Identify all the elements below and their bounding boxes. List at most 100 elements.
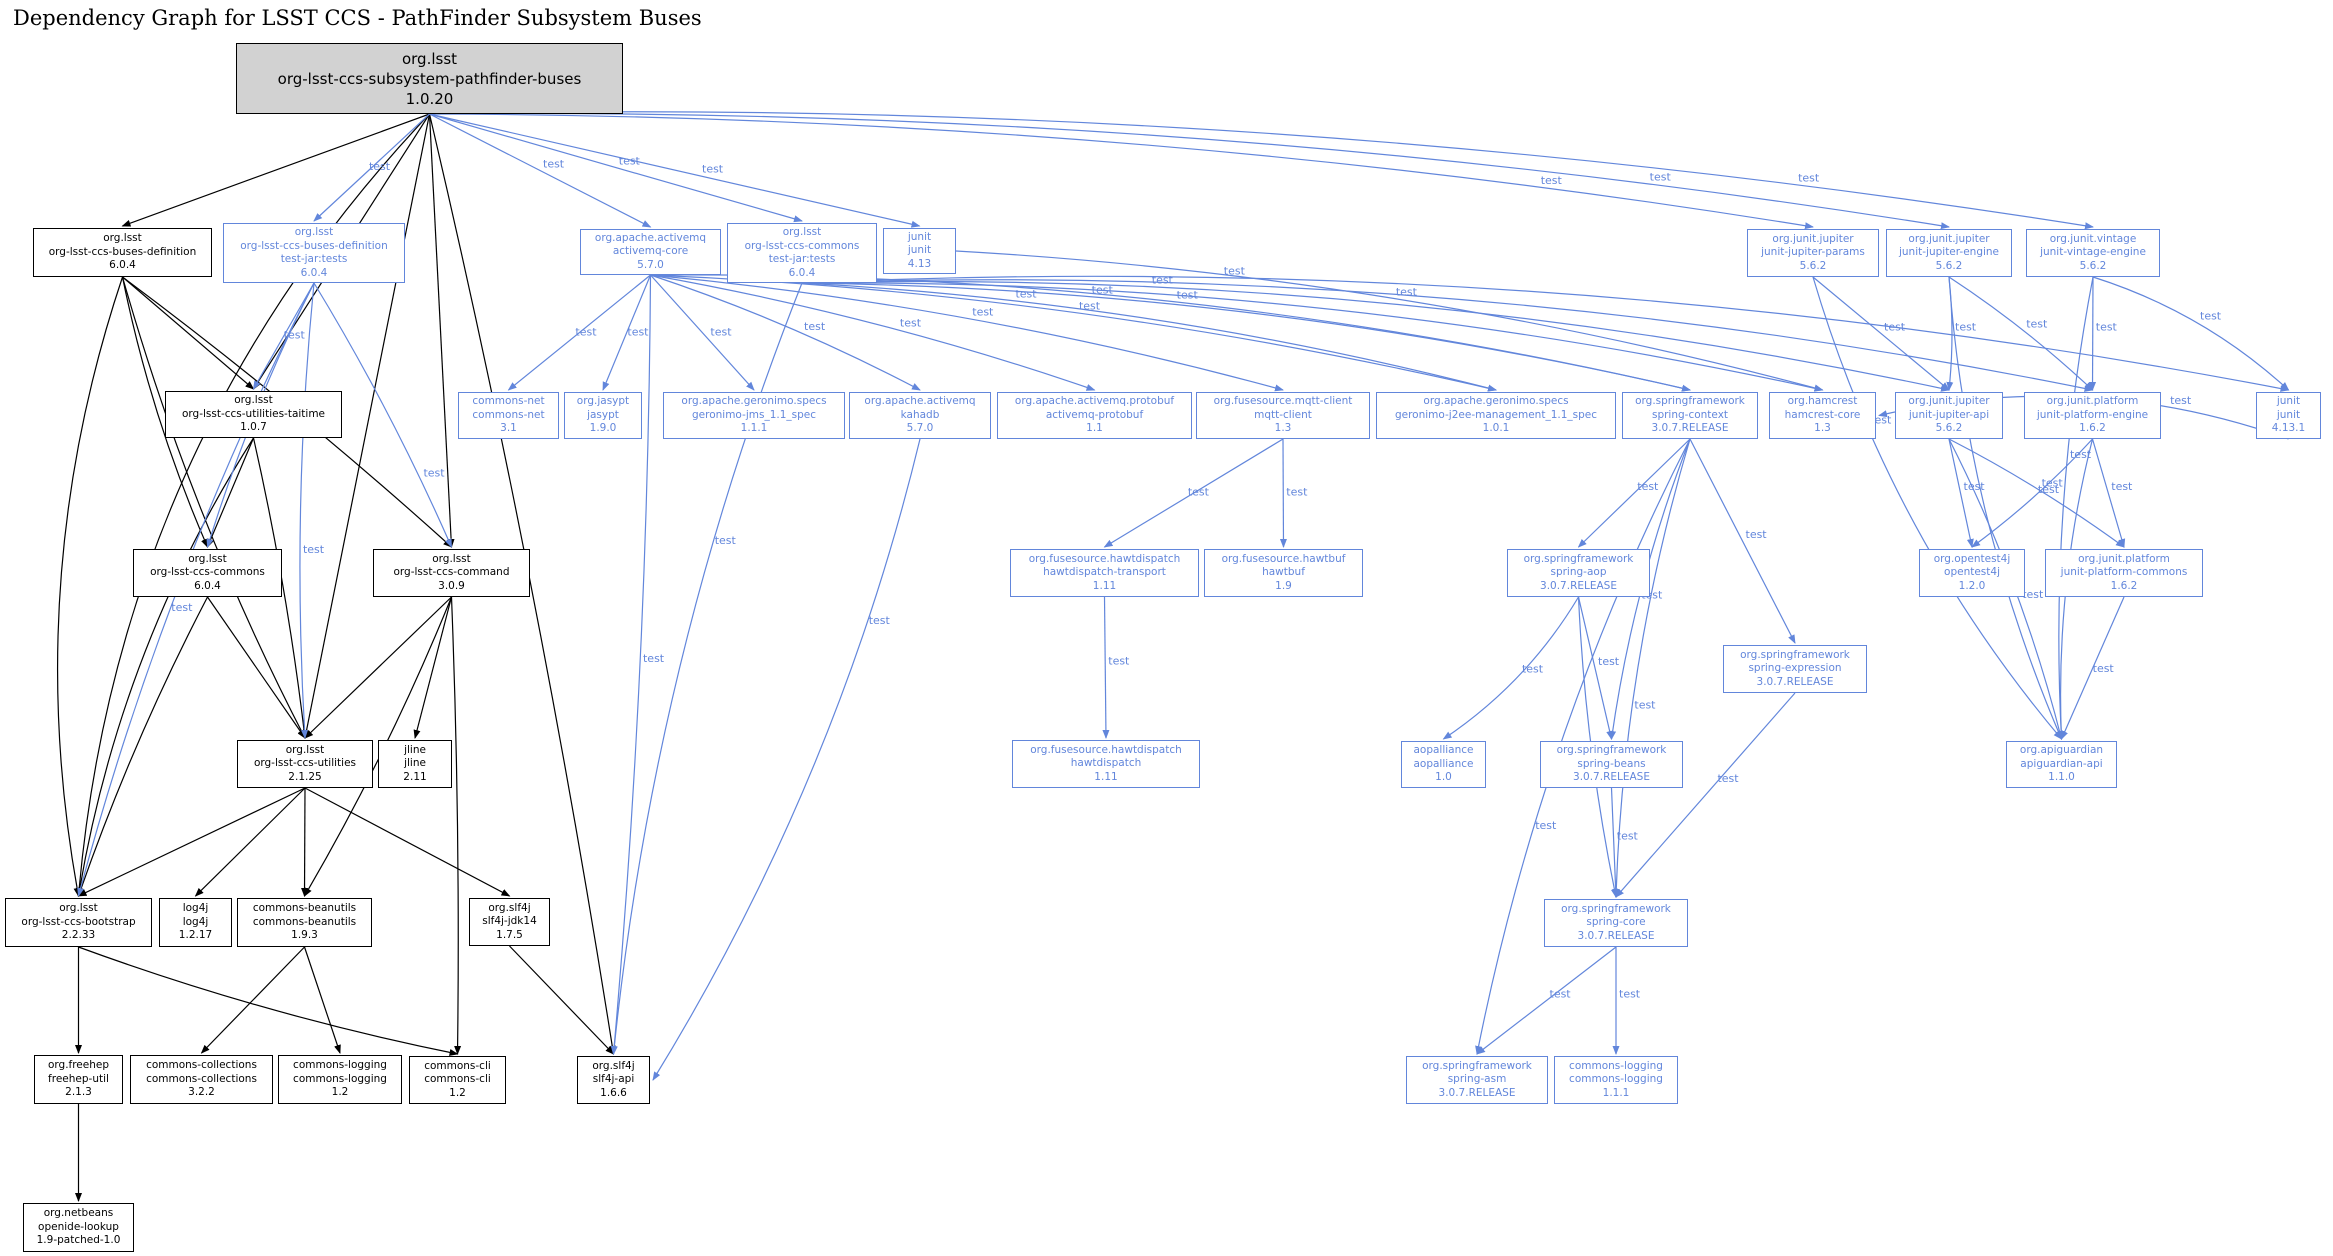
node-label-line: commons-logging — [1555, 1060, 1677, 1074]
node-label-line: org.freehep — [35, 1059, 122, 1073]
node-label-line: org.fusesource.mqtt-client — [1197, 395, 1369, 409]
graph-node-apiguardian: org.apiguardianapiguardian-api1.1.0 — [2006, 741, 2117, 788]
node-label-line: geronimo-j2ee-management_1.1_spec — [1377, 409, 1615, 423]
node-label-line: org.fusesource.hawtbuf — [1205, 553, 1362, 567]
node-label-line: 3.0.7.RELEASE — [1508, 580, 1649, 594]
graph-node-springbeans: org.springframeworkspring-beans3.0.7.REL… — [1540, 741, 1683, 788]
edge-scope-label: test — [1286, 485, 1308, 498]
edge-scope-label: test — [972, 306, 994, 319]
node-label-line: 6.0.4 — [728, 267, 876, 281]
node-label-line: 3.0.7.RELEASE — [1623, 422, 1757, 436]
node-label-line: org.lsst — [728, 226, 876, 240]
edge-scope-label: test — [369, 160, 391, 173]
edge-scope-label: test — [1634, 699, 1656, 712]
graph-node-freehep: org.freehepfreehep-util2.1.3 — [34, 1055, 123, 1104]
edge-activemqcore-kahadb — [651, 275, 921, 390]
edge-taitime-ccscommons — [208, 438, 254, 547]
node-label-line: org.hamcrest — [1770, 395, 1875, 409]
edge-hawttransport-hawtdispatch — [1105, 597, 1107, 738]
node-label-line: 1.6.2 — [2025, 422, 2160, 436]
node-label-line: org-lsst-ccs-subsystem-pathfinder-buses — [237, 69, 622, 89]
node-label-line: activemq-core — [581, 245, 720, 259]
edge-scope-label: test — [575, 325, 597, 338]
node-label-line: 1.0 — [1402, 771, 1485, 785]
graph-node-activemqcore: org.apache.activemqactivemq-core5.7.0 — [580, 229, 721, 275]
node-label-line: org.apache.geronimo.specs — [664, 395, 844, 409]
graph-node-springcontext: org.springframeworkspring-context3.0.7.R… — [1622, 392, 1758, 439]
node-label-line: 4.13 — [884, 258, 955, 272]
node-label-line: 1.11 — [1013, 771, 1199, 785]
edge-commonstests-springcontext — [802, 283, 1690, 390]
edge-springaop-aopalliance — [1444, 597, 1579, 739]
edge-scope-label: test — [1717, 772, 1739, 785]
node-label-line: org.netbeans — [24, 1207, 133, 1221]
edge-scope-label: test — [2096, 321, 2118, 334]
node-label-line: org-lsst-ccs-bootstrap — [6, 916, 151, 930]
node-label-line: 1.1.1 — [1555, 1087, 1677, 1101]
edge-scope-label: test — [171, 601, 193, 614]
node-label-line: 1.1.1 — [664, 422, 844, 436]
edge-scope-label: test — [1955, 321, 1977, 334]
node-label-line: junit — [884, 244, 955, 258]
edge-busesdef-taitime — [123, 277, 254, 389]
node-label-line: org.lsst — [237, 49, 622, 69]
edge-beanutils-collections — [202, 947, 305, 1053]
graph-node-hamcrest: org.hamcresthamcrest-core1.3 — [1769, 392, 1876, 439]
edge-scope-label: test — [1617, 830, 1639, 843]
edge-scope-label: test — [1535, 819, 1557, 832]
node-label-line: org-lsst-ccs-commons — [134, 566, 281, 580]
node-label-line: 6.0.4 — [34, 259, 211, 273]
node-label-line: commons-beanutils — [238, 902, 371, 916]
node-label-line: opentest4j — [1920, 566, 2024, 580]
node-label-line: junit-jupiter-api — [1896, 409, 2002, 423]
edge-slf4jjdk14-slf4japi — [510, 946, 614, 1054]
edge-ccscommand-cli — [452, 597, 459, 1054]
node-label-line: org.lsst — [166, 394, 341, 408]
graph-node-mqttclient: org.fusesource.mqtt-clientmqtt-client1.3 — [1196, 392, 1370, 439]
edge-scope-label: test — [900, 317, 922, 330]
edge-busesdeftests-utilities — [300, 283, 314, 738]
graph-node-vintageengine: org.junit.vintagejunit-vintage-engine5.6… — [2026, 229, 2160, 277]
node-label-line: test-jar:tests — [728, 253, 876, 267]
graph-node-platformcommons: org.junit.platformjunit-platform-commons… — [2045, 549, 2203, 597]
node-label-line: spring-beans — [1541, 758, 1682, 772]
graph-node-junit413: junitjunit4.13 — [883, 228, 956, 274]
node-label-line: org.apache.geronimo.specs — [1377, 395, 1615, 409]
node-label-line: 3.0.7.RELEASE — [1545, 930, 1687, 944]
node-label-line: mqtt-client — [1197, 409, 1369, 423]
node-label-line: org-lsst-ccs-utilities — [238, 757, 372, 771]
node-label-line: kahadb — [850, 409, 990, 423]
edge-scope-label: test — [1598, 655, 1620, 668]
edge-scope-label: test — [1550, 988, 1572, 1001]
node-label-line: 1.9.0 — [565, 422, 641, 436]
edge-scope-label: test — [869, 614, 891, 627]
node-label-line: 1.6.6 — [578, 1087, 649, 1101]
graph-node-jupiterapi: org.junit.jupiterjunit-jupiter-api5.6.2 — [1895, 392, 2003, 439]
edge-scope-label: test — [643, 652, 665, 665]
node-label-line: org.fusesource.hawtdispatch — [1011, 553, 1198, 567]
edge-scope-label: test — [1152, 274, 1174, 287]
edge-vintageengine-junit4131 — [2093, 277, 2289, 390]
node-label-line: junit — [884, 231, 955, 245]
node-label-line: geronimo-jms_1.1_spec — [664, 409, 844, 423]
node-label-line: 5.6.2 — [1748, 260, 1878, 274]
graph-node-springaop: org.springframeworkspring-aop3.0.7.RELEA… — [1507, 549, 1650, 597]
edge-scope-label: test — [1188, 485, 1210, 498]
edge-scope-label: test — [303, 543, 325, 556]
node-label-line: commons-logging — [1555, 1073, 1677, 1087]
node-label-line: hawtbuf — [1205, 566, 1362, 580]
edge-root-commonstests — [430, 114, 803, 221]
edge-root-junit413 — [430, 114, 920, 226]
node-label-line: 2.11 — [379, 771, 451, 785]
edge-taitime-bootstrap — [79, 438, 254, 896]
node-label-line: org.junit.jupiter — [1896, 395, 2002, 409]
graph-node-springasm: org.springframeworkspring-asm3.0.7.RELEA… — [1406, 1056, 1548, 1104]
node-label-line: 1.0.20 — [237, 89, 622, 109]
edge-jupiterengine-platformengine — [1949, 277, 2093, 390]
graph-node-junit4131: junitjunit4.13.1 — [2256, 392, 2321, 439]
node-label-line: commons-net — [459, 409, 558, 423]
node-label-line: 3.1 — [459, 422, 558, 436]
node-label-line: 1.1 — [998, 422, 1191, 436]
edge-root-jupiterparams — [430, 114, 1814, 227]
edge-springcontext-springcore — [1616, 439, 1690, 897]
